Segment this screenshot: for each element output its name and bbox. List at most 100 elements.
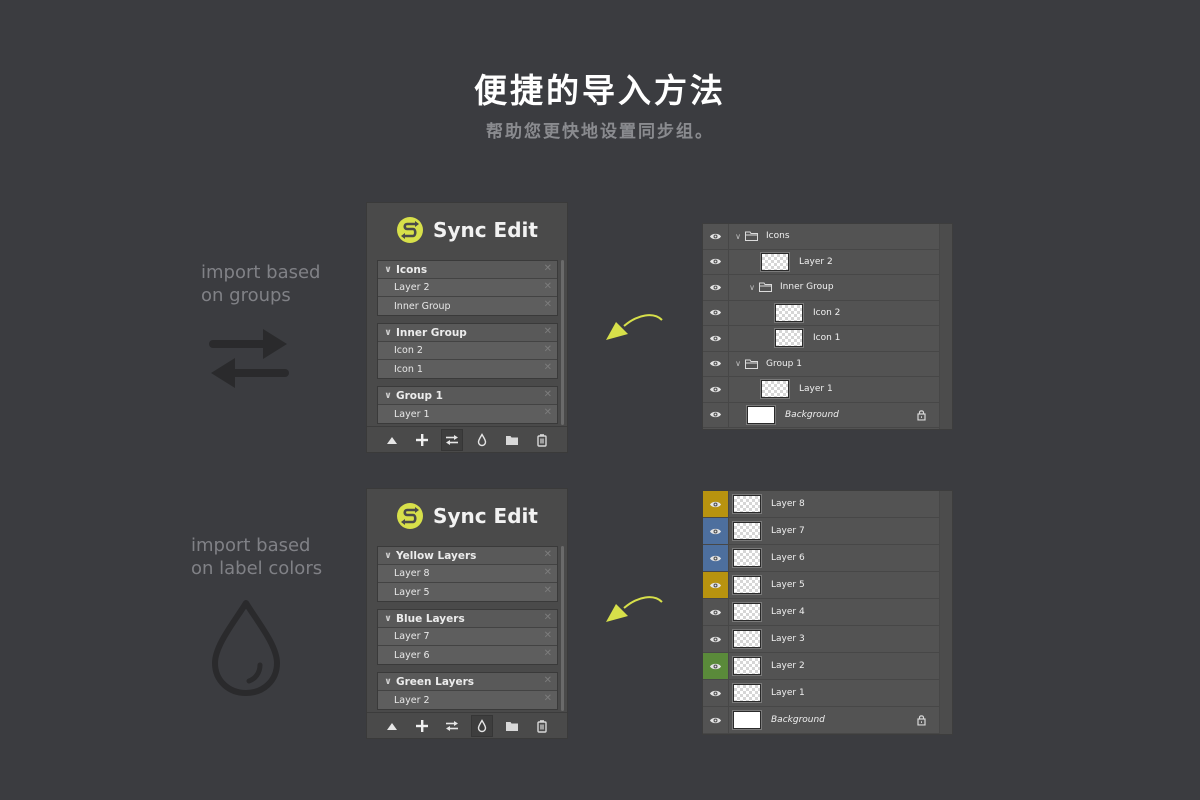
- layer-row[interactable]: Background: [703, 402, 940, 428]
- remove-group-close-icon[interactable]: ✕: [544, 549, 552, 560]
- folder-button[interactable]: [501, 715, 523, 737]
- layer-row[interactable]: Layer 8: [703, 491, 940, 518]
- layer-row[interactable]: ∨ Group 1: [703, 351, 940, 377]
- folder-button[interactable]: [501, 429, 523, 451]
- remove-group-close-icon[interactable]: ✕: [544, 263, 552, 274]
- layer-row[interactable]: ∨ Icons: [703, 224, 940, 250]
- sync-group-item[interactable]: Layer 2 ✕: [378, 691, 557, 709]
- panel-header: Sync Edit: [367, 203, 567, 257]
- layer-row[interactable]: Layer 3: [703, 626, 940, 653]
- visibility-toggle[interactable]: [703, 572, 729, 598]
- visibility-toggle[interactable]: [703, 402, 729, 427]
- visibility-toggle[interactable]: [703, 351, 729, 376]
- sync-group-header[interactable]: ∨ Green Layers ✕: [378, 673, 557, 691]
- layers-scrollbar[interactable]: [939, 491, 952, 734]
- sync-group-header[interactable]: ∨ Inner Group ✕: [378, 324, 557, 342]
- layer-row[interactable]: Icon 1: [703, 326, 940, 352]
- layer-row[interactable]: ∨ Inner Group: [703, 275, 940, 301]
- visibility-toggle[interactable]: [703, 377, 729, 402]
- visibility-toggle[interactable]: [703, 653, 729, 679]
- layer-row[interactable]: Layer 7: [703, 518, 940, 545]
- folder-icon: [759, 282, 772, 293]
- layer-name: Icons: [766, 231, 790, 242]
- visibility-toggle[interactable]: [703, 300, 729, 325]
- layer-row[interactable]: Layer 4: [703, 599, 940, 626]
- sync-group-item[interactable]: Inner Group ✕: [378, 297, 557, 315]
- scrollbar[interactable]: [561, 546, 564, 711]
- remove-item-close-icon[interactable]: ✕: [544, 344, 552, 355]
- delete-button[interactable]: [531, 429, 553, 451]
- move-up-button[interactable]: [381, 715, 403, 737]
- remove-group-close-icon[interactable]: ✕: [544, 389, 552, 400]
- remove-item-close-icon[interactable]: ✕: [544, 648, 552, 659]
- visibility-toggle[interactable]: [703, 249, 729, 274]
- eye-icon: [710, 636, 721, 642]
- sync-edit-panel: Sync Edit ∨ Yellow Layers ✕ Layer 8 ✕ Layer 5…: [366, 488, 568, 739]
- sync-group-header[interactable]: ∨ Group 1 ✕: [378, 387, 557, 405]
- chevron-down-icon[interactable]: ∨: [381, 391, 395, 401]
- chevron-down-icon[interactable]: ∨: [381, 677, 395, 687]
- visibility-toggle[interactable]: [703, 599, 729, 625]
- add-button[interactable]: [411, 429, 433, 451]
- remove-item-close-icon[interactable]: ✕: [544, 299, 552, 310]
- move-up-button[interactable]: [381, 429, 403, 451]
- remove-item-close-icon[interactable]: ✕: [544, 567, 552, 578]
- delete-button[interactable]: [531, 715, 553, 737]
- remove-item-close-icon[interactable]: ✕: [544, 693, 552, 704]
- sync-group-item[interactable]: Icon 1 ✕: [378, 360, 557, 378]
- chevron-down-icon[interactable]: ∨: [747, 283, 757, 292]
- remove-item-close-icon[interactable]: ✕: [544, 407, 552, 418]
- chevron-down-icon[interactable]: ∨: [381, 614, 395, 624]
- layer-row[interactable]: Layer 6: [703, 545, 940, 572]
- remove-item-close-icon[interactable]: ✕: [544, 362, 552, 373]
- layer-row[interactable]: Layer 2: [703, 249, 940, 275]
- layer-name: Layer 6: [771, 553, 805, 563]
- visibility-toggle[interactable]: [703, 626, 729, 652]
- remove-group-close-icon[interactable]: ✕: [544, 675, 552, 686]
- layer-row[interactable]: Background: [703, 707, 940, 734]
- visibility-toggle[interactable]: [703, 680, 729, 706]
- visibility-toggle[interactable]: [703, 224, 729, 249]
- sync-group-item[interactable]: Layer 7 ✕: [378, 628, 557, 646]
- visibility-toggle[interactable]: [703, 326, 729, 351]
- chevron-down-icon[interactable]: ∨: [733, 232, 743, 241]
- layer-row[interactable]: Layer 2: [703, 653, 940, 680]
- chevron-down-icon[interactable]: ∨: [381, 265, 395, 275]
- remove-group-close-icon[interactable]: ✕: [544, 612, 552, 623]
- layer-row[interactable]: Layer 1: [703, 680, 940, 707]
- remove-item-close-icon[interactable]: ✕: [544, 585, 552, 596]
- folder-icon: [506, 435, 518, 445]
- sync-group-item[interactable]: Layer 8 ✕: [378, 565, 557, 583]
- layer-row[interactable]: Icon 2: [703, 300, 940, 326]
- sync-group-item[interactable]: Layer 6 ✕: [378, 646, 557, 664]
- scrollbar[interactable]: [561, 260, 564, 425]
- layer-thumbnail: [732, 575, 762, 595]
- visibility-toggle[interactable]: [703, 491, 729, 517]
- sync-group-item[interactable]: Layer 2 ✕: [378, 279, 557, 297]
- import-colors-button[interactable]: [471, 714, 493, 737]
- remove-item-close-icon[interactable]: ✕: [544, 281, 552, 292]
- layer-row[interactable]: Layer 1: [703, 377, 940, 403]
- import-groups-button[interactable]: [441, 428, 463, 451]
- visibility-toggle[interactable]: [703, 518, 729, 544]
- sync-group-item[interactable]: Layer 1 ✕: [378, 405, 557, 423]
- visibility-toggle[interactable]: [703, 275, 729, 300]
- visibility-toggle[interactable]: [703, 545, 729, 571]
- layers-scrollbar[interactable]: [939, 224, 952, 429]
- sync-group-item[interactable]: Icon 2 ✕: [378, 342, 557, 360]
- sync-group-header[interactable]: ∨ Yellow Layers ✕: [378, 547, 557, 565]
- add-button[interactable]: [411, 715, 433, 737]
- chevron-down-icon[interactable]: ∨: [733, 359, 743, 368]
- sync-group-item[interactable]: Layer 5 ✕: [378, 583, 557, 601]
- chevron-down-icon[interactable]: ∨: [381, 328, 395, 338]
- chevron-down-icon[interactable]: ∨: [381, 551, 395, 561]
- sync-group-list: ∨ Yellow Layers ✕ Layer 8 ✕ Layer 5 ✕ ∨ Blue Lay…: [377, 546, 558, 717]
- import-colors-button[interactable]: [471, 429, 493, 451]
- remove-group-close-icon[interactable]: ✕: [544, 326, 552, 337]
- sync-group-header[interactable]: ∨ Icons ✕: [378, 261, 557, 279]
- remove-item-close-icon[interactable]: ✕: [544, 630, 552, 641]
- visibility-toggle[interactable]: [703, 707, 729, 733]
- sync-group-header[interactable]: ∨ Blue Layers ✕: [378, 610, 557, 628]
- layer-row[interactable]: Layer 5: [703, 572, 940, 599]
- import-groups-button[interactable]: [441, 715, 463, 737]
